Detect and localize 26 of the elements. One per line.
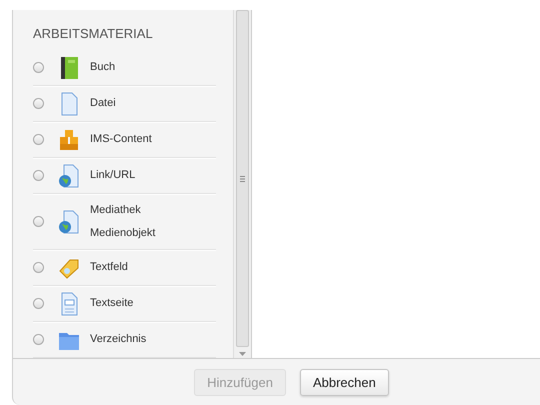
grip-icon [240, 176, 245, 182]
radio-button[interactable] [33, 334, 44, 345]
globe-file-icon [58, 210, 80, 234]
radio-button[interactable] [33, 98, 44, 109]
option-label[interactable]: Textseite [90, 292, 160, 315]
option-label[interactable]: Datei [90, 92, 160, 115]
radio-button[interactable] [33, 216, 44, 227]
option-label[interactable]: Mediathek Medienobjekt [90, 198, 160, 244]
book-icon [58, 56, 80, 80]
option-label[interactable]: Buch [90, 56, 160, 79]
radio-button[interactable] [33, 134, 44, 145]
radio-button[interactable] [33, 62, 44, 73]
option-label[interactable]: Verzeichnis [90, 328, 160, 351]
globe-file-icon [58, 164, 80, 188]
scroll-down-icon[interactable] [239, 352, 246, 356]
option-label[interactable]: Link/URL [90, 164, 160, 187]
radio-button[interactable] [33, 262, 44, 273]
radio-button[interactable] [33, 298, 44, 309]
option-label[interactable]: IMS-Content [90, 128, 160, 151]
option-label[interactable]: Textfeld [90, 256, 160, 279]
boxes-icon [58, 128, 80, 152]
radio-button[interactable] [33, 170, 44, 181]
scrollbar[interactable] [233, 10, 251, 358]
dialog-button[interactable]: Abbrechen [300, 368, 389, 396]
section-title: ARBEITSMATERIAL [33, 26, 154, 41]
scroll-thumb[interactable] [236, 10, 249, 347]
